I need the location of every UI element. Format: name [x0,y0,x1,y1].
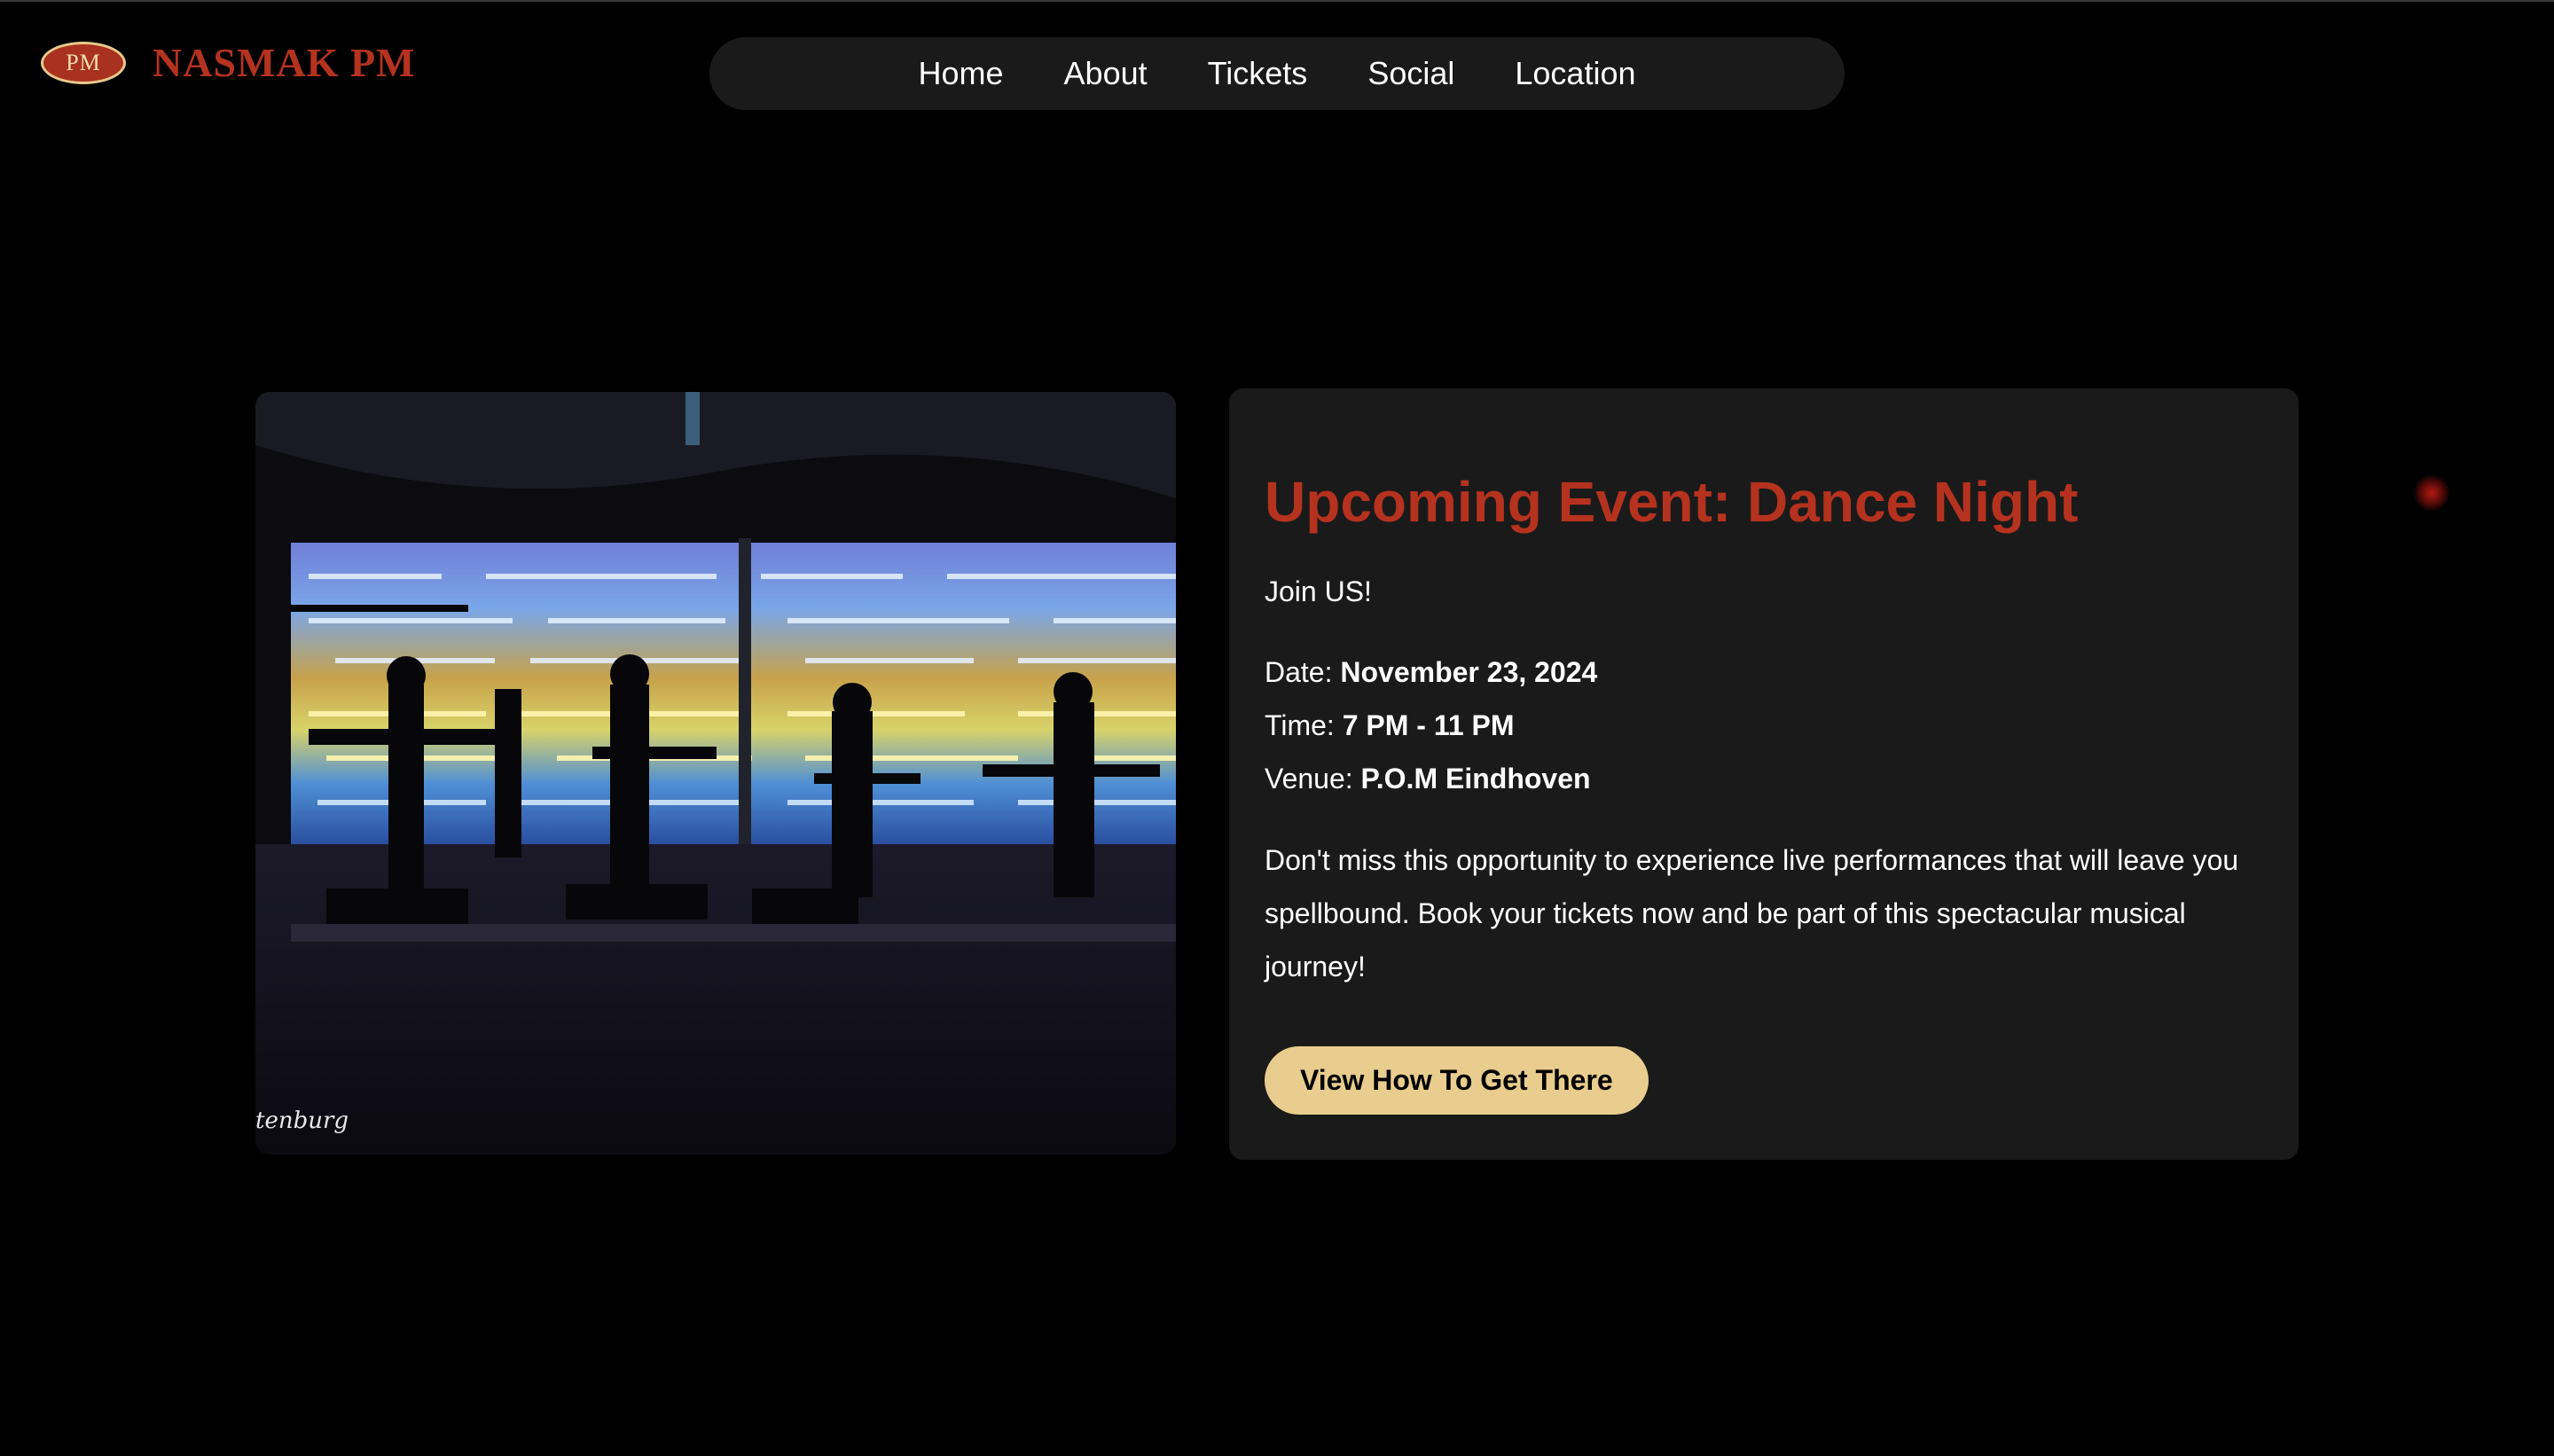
event-card: Upcoming Event: Dance Night Join US! Dat… [1229,388,2299,1160]
cursor-glow [2414,475,2449,511]
event-tagline: Join US! [1265,575,1372,607]
event-description: Don't miss this opportunity to experienc… [1265,843,2239,982]
nav-item-home[interactable]: Home [919,55,1004,92]
date-value: November 23, 2024 [1340,655,1598,688]
event-title: Upcoming Event: Dance Night [1265,470,2079,534]
venue-value: P.O.M Eindhoven [1360,762,1591,795]
directions-button[interactable]: View How To Get There [1265,1045,1649,1115]
nav-item-about[interactable]: About [1064,55,1148,92]
nav-item-location[interactable]: Location [1515,55,1635,92]
logo-badge: PM [41,41,126,84]
event-time: Time: 7 PM - 11 PM [1265,699,2263,752]
event-details: Date: November 23, 2024 Time: 7 PM - 11 … [1265,646,2263,805]
brand-name: NASMAK PM [153,40,416,85]
photo-signature: tenburg [255,1108,349,1134]
event-date: Date: November 23, 2024 [1265,646,2263,699]
top-border [0,0,2554,2]
event-venue: Venue: P.O.M Eindhoven [1265,752,2263,805]
logo[interactable]: PM NASMAK PM [41,39,415,86]
nav-item-social[interactable]: Social [1367,55,1454,92]
time-value: 7 PM - 11 PM [1342,708,1515,741]
nav-item-tickets[interactable]: Tickets [1208,55,1308,92]
date-label: Date: [1265,655,1341,688]
main-nav: Home About Tickets Social Location [709,37,1845,110]
time-label: Time: [1265,708,1343,741]
event-photo: tenburg [255,392,1176,1155]
venue-label: Venue: [1265,762,1361,795]
